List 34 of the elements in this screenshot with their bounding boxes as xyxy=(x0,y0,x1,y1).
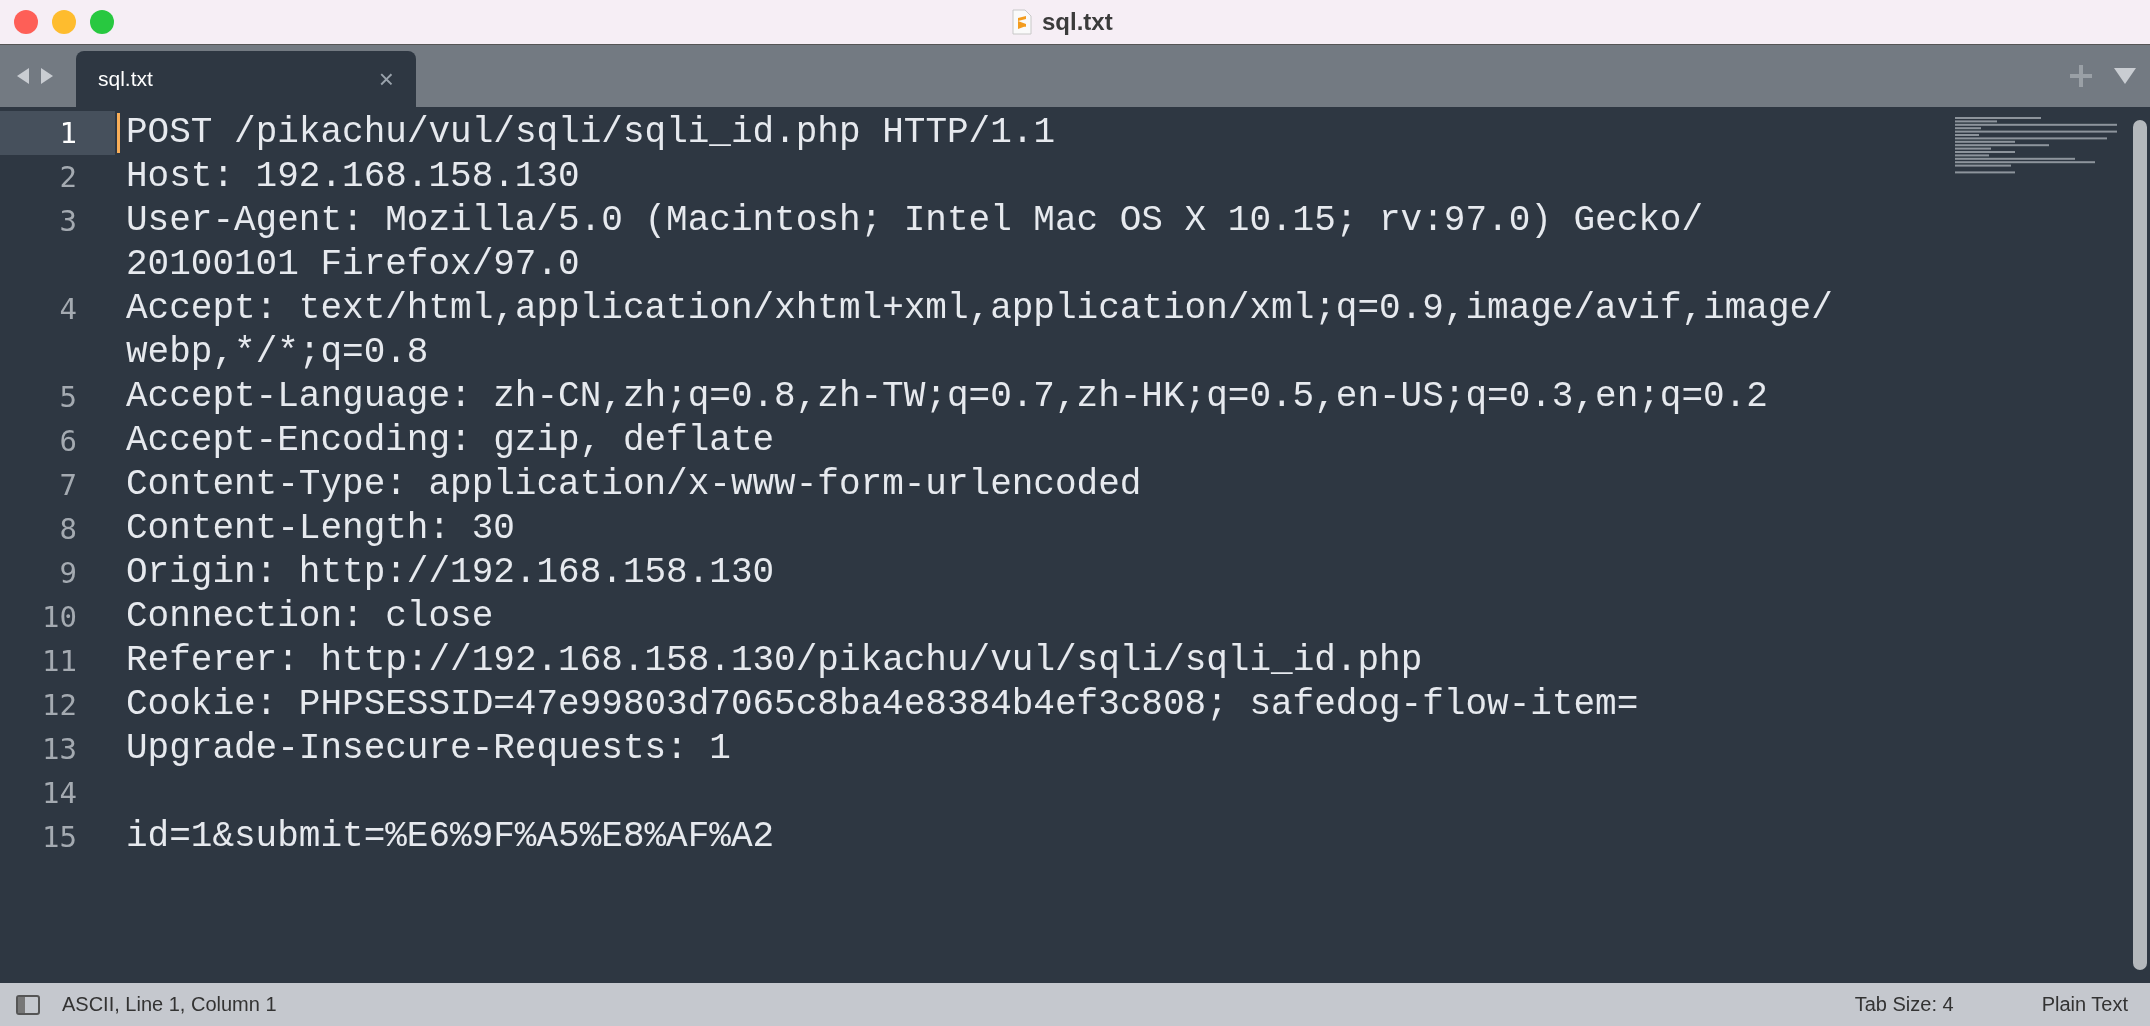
window-title: sql.txt xyxy=(1042,8,1113,36)
code-line: Host: 192.168.158.130 xyxy=(126,156,580,197)
line-number: 12 xyxy=(42,688,77,722)
line-number: 13 xyxy=(42,732,77,766)
line-number: 3 xyxy=(59,204,77,238)
code-line: Accept-Language: zh-CN,zh;q=0.8,zh-TW;q=0.7,zh-HK;q=0.5,en-US;q=0.3,en;q=0.2 xyxy=(126,376,1768,417)
code-line: Cookie: PHPSESSID=47e99803d7065c8ba4e8384b4ef3c808; safedog-flow-item= xyxy=(126,684,1639,725)
cursor-position: ASCII, Line 1, Column 1 xyxy=(62,993,277,1016)
code-line: Referer: http://192.168.158.130/pikachu/vul/sqli/sqli_id.php xyxy=(126,640,1423,681)
code-line: POST /pikachu/vul/sqli/sqli_id.php HTTP/1.1 xyxy=(126,112,1055,153)
file-tab[interactable]: sql.txt × xyxy=(76,51,416,107)
line-number: 11 xyxy=(42,644,77,678)
code-line: Upgrade-Insecure-Requests: 1 xyxy=(126,728,731,769)
code-line: Content-Type: application/x-www-form-urlencoded xyxy=(126,464,1142,505)
line-number: 10 xyxy=(42,600,77,634)
line-number: 5 xyxy=(59,380,77,414)
line-number: 9 xyxy=(59,556,77,590)
close-tab-button[interactable]: × xyxy=(378,63,394,95)
line-number: 7 xyxy=(59,468,77,502)
line-number: 6 xyxy=(59,424,77,458)
code-line: Accept: text/html,application/xhtml+xml,application/xml;q=0.9,image/avif,image/webp,*/*;q=0.8 xyxy=(126,288,1833,373)
code-line: Connection: close xyxy=(126,596,494,637)
line-number: 15 xyxy=(42,820,77,854)
tab-size-selector[interactable]: Tab Size: 4 xyxy=(1854,993,1954,1016)
syntax-selector[interactable]: Plain Text xyxy=(2041,993,2128,1016)
line-number: 2 xyxy=(59,160,77,194)
line-number: 8 xyxy=(59,512,77,546)
code-line: Origin: http://192.168.158.130 xyxy=(126,552,775,593)
line-number: 4 xyxy=(59,292,77,326)
code-line: Accept-Encoding: gzip, deflate xyxy=(126,420,775,461)
code-line: id=1&submit=%E6%9F%A5%E8%AF%A2 xyxy=(126,816,775,857)
line-number: 1 xyxy=(59,116,77,150)
line-number: 14 xyxy=(42,776,77,810)
code-line: Content-Length: 30 xyxy=(126,508,515,549)
